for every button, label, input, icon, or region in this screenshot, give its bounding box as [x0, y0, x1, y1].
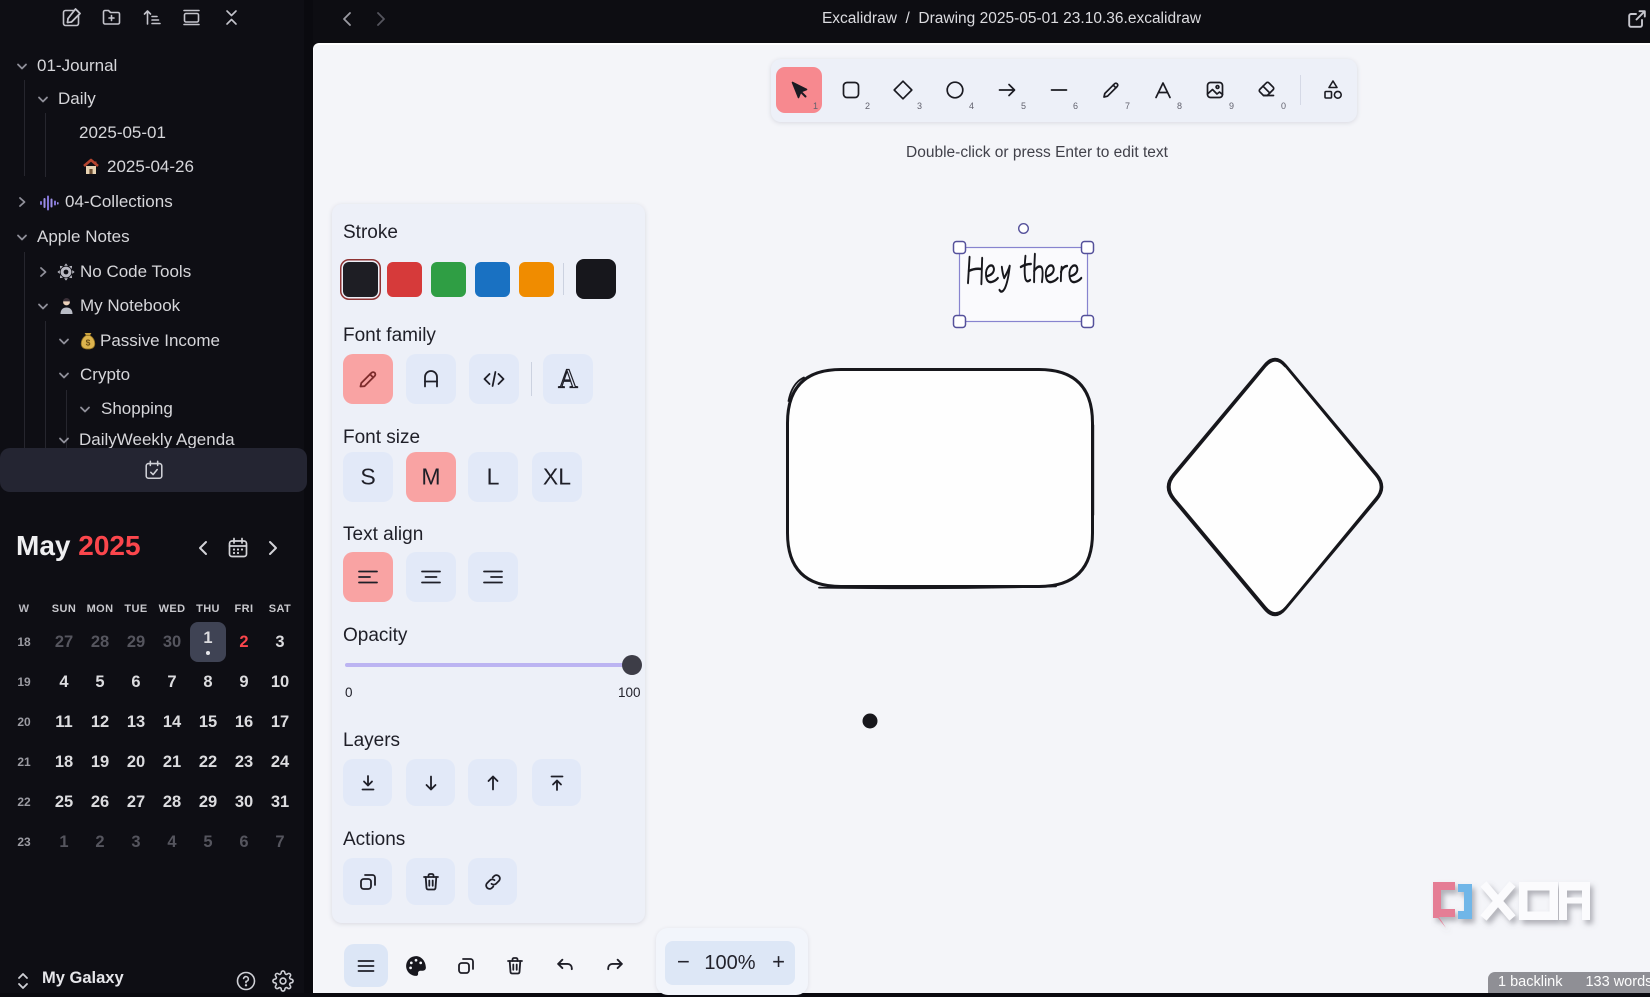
svg-text:$: $ — [86, 337, 91, 347]
